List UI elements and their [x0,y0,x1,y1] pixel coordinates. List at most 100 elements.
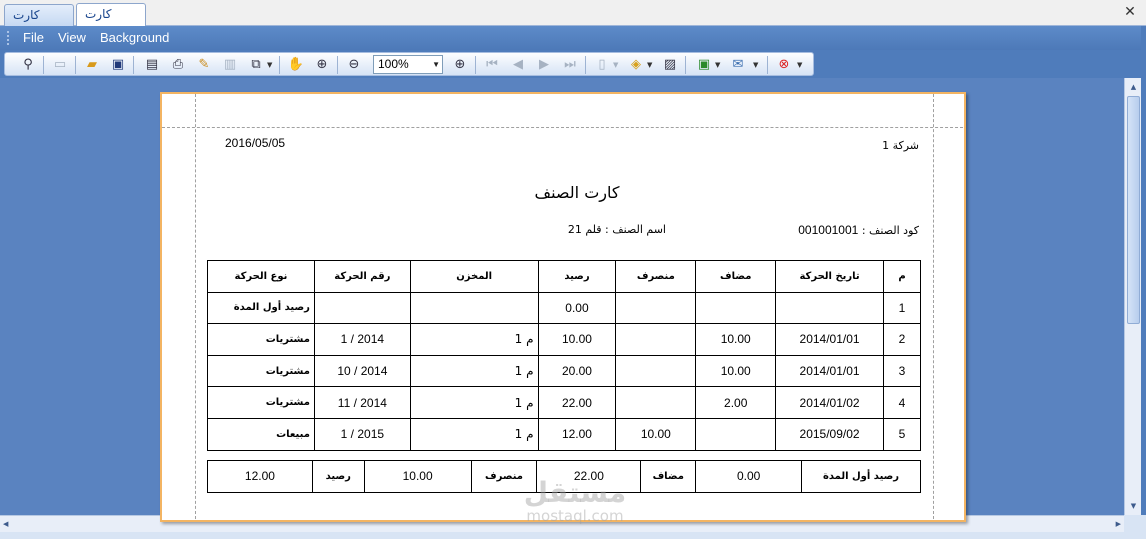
item-name-label: اسم الصنف : [605,223,666,236]
close-preview-icon[interactable]: ⊗ [775,56,793,74]
cell-type: مبيعات [207,417,315,451]
cell-number: 11 / 2014 [313,386,411,419]
scroll-up-icon[interactable]: ▲ [1127,80,1140,94]
cell-balance: 12.00 [537,417,617,451]
parameters-icon[interactable]: ▭ [51,56,69,74]
multi-page-dropdown-icon[interactable]: ▼ [267,56,272,74]
cell-added: 2.00 [695,386,777,419]
col-header-store: المخزن [409,260,539,293]
scroll-down-icon[interactable]: ▼ [1127,499,1140,513]
report-title: كارت الصنف [534,183,620,202]
find-icon[interactable]: ⚲ [19,56,37,74]
cell-balance: 20.00 [537,354,617,388]
last-page-icon[interactable]: ⏭ [561,56,579,74]
col-header-date: تاريخ الحركة [775,260,884,293]
report-page: 2016/05/05 شركة 1 كارت الصنف كود الصنف :… [160,92,966,522]
menu-bar: File View Background [0,26,1146,50]
email-dropdown-icon[interactable]: ▼ [753,56,758,74]
preview-toolbar: ⚲ ▭ ▰ ▣ ▤ ⎙ ✎ ▥ ⧉ ▼ ✋ ⊕ ⊖ 100% ▼ ⊕ ⏮ ◀ ▶… [4,52,814,76]
cell-index: 3 [883,354,921,388]
table-row: رصيد أول المدة 0.00 1 [207,291,921,325]
tab-item-card-1[interactable]: كارت الصنف [4,4,74,42]
toolbar-options-icon[interactable]: ▼ [797,56,802,74]
cell-number [313,291,411,325]
zoom-in-icon[interactable]: ⊕ [451,56,469,74]
left-margin-guide [195,94,196,520]
watermark-icon[interactable]: ▨ [661,56,679,74]
cell-number: 1 / 2014 [313,323,411,356]
cell-issued [615,323,697,356]
cell-balance: 22.00 [537,386,617,419]
top-margin-guide [162,127,964,128]
cell-store: م 1 [409,323,539,356]
vertical-scroll-thumb[interactable] [1127,96,1140,324]
menu-file[interactable]: File [23,30,44,45]
cell-added [695,417,777,451]
item-movements-table: نوع الحركة رقم الحركة المخزن رصيد منصرف … [207,260,921,451]
grip-icon [7,31,9,45]
tab-item-card-2[interactable]: كارت الصنف [76,3,146,41]
cell-store [409,291,539,325]
company-name: شركة 1 [882,139,919,152]
prev-page-icon[interactable]: ◀ [509,56,527,74]
page-layout-icon[interactable]: ▯ [593,56,611,74]
right-margin-guide [933,94,934,520]
cell-added: 10.00 [695,354,777,388]
hand-icon[interactable]: ✋ [287,56,305,74]
scroll-right-icon[interactable]: ▶ [1116,518,1121,531]
table-row: مشتريات 10 / 2014 م 1 20.00 10.00 2014/0… [207,354,921,388]
cell-type: مشتريات [207,354,315,388]
table-row: مبيعات 1 / 2015 م 1 12.00 10.00 2015/09/… [207,417,921,451]
summary-issued-value: 10.00 [363,460,472,493]
page-color-icon[interactable]: ◈ [627,56,645,74]
zoom-dropdown-icon[interactable]: ▼ [432,56,440,73]
export-icon[interactable]: ▣ [695,56,713,74]
table-row: مشتريات 11 / 2014 م 1 22.00 2.00 2014/01… [207,386,921,419]
watermark-brand: مستقل [523,476,627,509]
close-icon[interactable]: ✕ [1122,4,1138,20]
cell-issued [615,354,697,388]
page-setup-icon[interactable]: ▥ [221,56,239,74]
watermark-url: mostaql.com [526,507,624,525]
open-icon[interactable]: ▰ [83,56,101,74]
cell-date: 2015/09/02 [775,417,884,451]
print-setup-icon[interactable]: ▤ [143,56,161,74]
cell-store: م 1 [409,417,539,451]
summary-added-label: مضاف [640,460,697,493]
cell-date [775,291,884,325]
cell-type: رصيد أول المدة [207,291,315,325]
item-code-label: كود الصنف : [861,224,919,237]
summary-balance-value: 12.00 [207,460,313,493]
col-header-index: م [883,260,921,293]
print-icon[interactable]: ⎙ [169,56,187,74]
scroll-left-icon[interactable]: ◀ [3,518,8,531]
report-date: 2016/05/05 [225,136,286,150]
menu-background[interactable]: Background [100,30,169,45]
item-name-value: قلم 21 [567,223,602,236]
zoom-out-icon[interactable]: ⊖ [345,56,363,74]
cell-issued: 10.00 [615,417,697,451]
multi-page-icon[interactable]: ⧉ [247,56,265,74]
next-page-icon[interactable]: ▶ [535,56,553,74]
menu-view[interactable]: View [58,30,86,45]
page-color-dropdown-icon[interactable]: ▼ [647,56,652,74]
first-page-icon[interactable]: ⏮ [483,56,501,74]
email-icon[interactable]: ✉ [729,56,747,74]
table-row: مشتريات 1 / 2014 م 1 10.00 10.00 2014/01… [207,323,921,356]
col-header-issued: منصرف [615,260,697,293]
cell-date: 2014/01/01 [775,354,884,388]
cell-balance: 0.00 [537,291,617,325]
magnifier-icon[interactable]: ⊕ [313,56,331,74]
cell-balance: 10.00 [537,323,617,356]
page-layout-dropdown-icon[interactable]: ▼ [613,56,618,74]
tab-strip: كارت الصنف كارت الصنف ✕ [0,0,1146,42]
vertical-scrollbar[interactable]: ▲ ▼ [1124,78,1141,515]
save-icon[interactable]: ▣ [109,56,127,74]
col-header-type: نوع الحركة [207,260,315,293]
quick-print-icon[interactable]: ✎ [195,56,213,74]
table-header-row: نوع الحركة رقم الحركة المخزن رصيد منصرف … [207,260,921,293]
mostaql-watermark: مستقل mostaql.com [505,476,645,525]
export-dropdown-icon[interactable]: ▼ [715,56,720,74]
col-header-added: مضاف [695,260,777,293]
zoom-select[interactable]: 100% ▼ [373,55,443,74]
